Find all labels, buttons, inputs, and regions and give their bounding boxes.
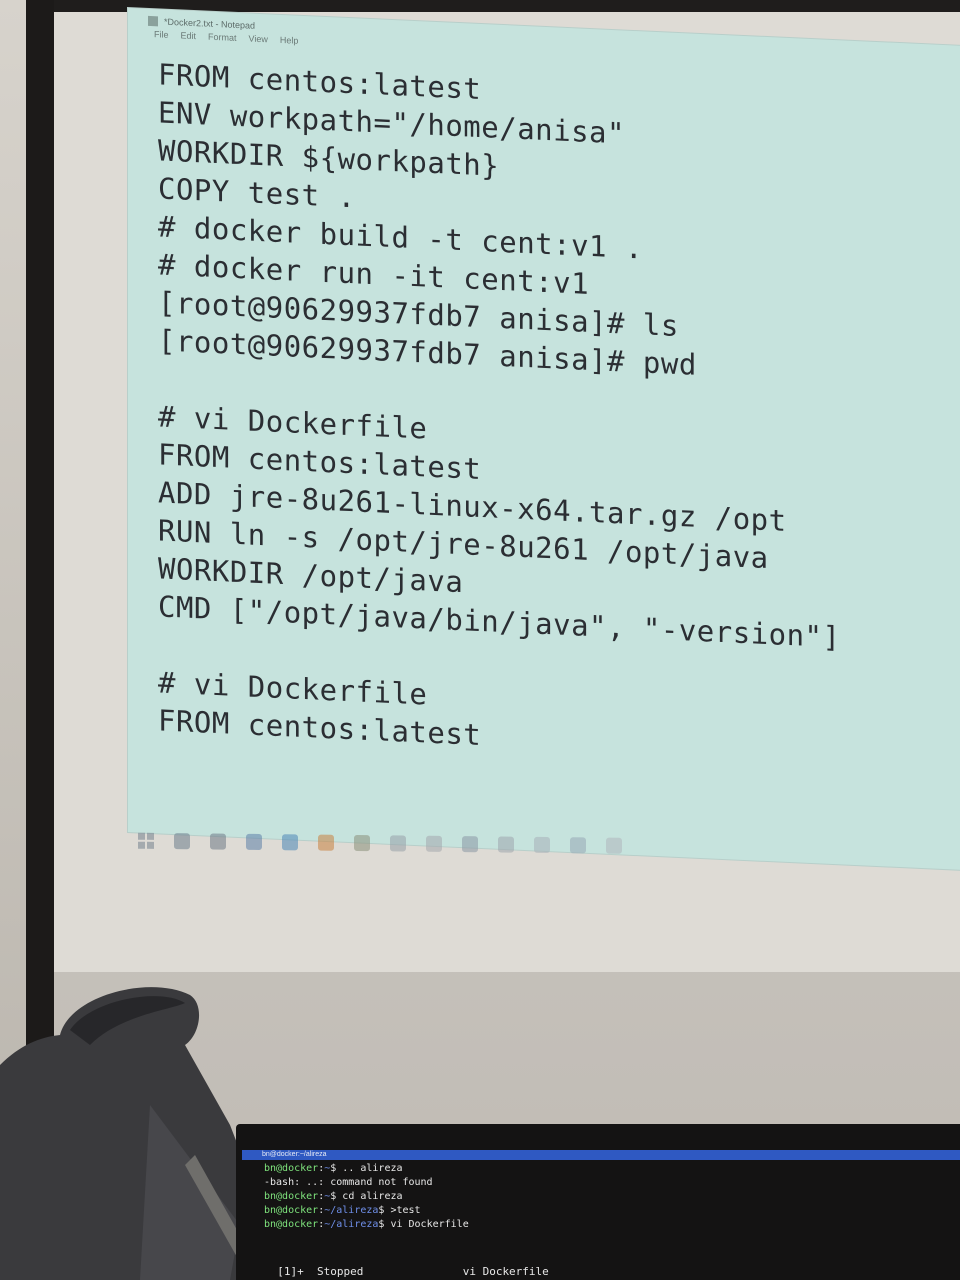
- menu-item-help[interactable]: Help: [280, 35, 299, 46]
- menu-item-format[interactable]: Format: [208, 32, 237, 43]
- terminal-line: bn@docker:~$ .. alireza: [264, 1162, 954, 1176]
- file-explorer-icon[interactable]: [354, 834, 370, 852]
- windows-start-icon[interactable]: [138, 832, 154, 849]
- search-icon[interactable]: [174, 833, 190, 850]
- command-text: .. alireza: [336, 1163, 403, 1174]
- app-icon[interactable]: [606, 837, 622, 854]
- terminal-line: bn@docker:~$ cd alireza: [264, 1190, 954, 1204]
- command-text: vi Dockerfile: [384, 1219, 469, 1230]
- terminal-line: bn@docker:~/alireza$ >test: [264, 1204, 954, 1218]
- command-text: cd alireza: [336, 1191, 403, 1202]
- notepad-window: *Docker2.txt - Notepad File Edit Format Vie…: [128, 8, 960, 870]
- app-icon[interactable]: [498, 836, 514, 853]
- notepad-icon: [148, 15, 158, 27]
- app-icon[interactable]: [390, 835, 406, 852]
- menu-item-view[interactable]: View: [249, 33, 268, 44]
- app-icon[interactable]: [570, 837, 586, 854]
- prompt-path: ~/alireza: [324, 1205, 379, 1216]
- job-command: vi Dockerfile: [462, 1265, 549, 1278]
- prompt-path: ~/alireza: [324, 1219, 379, 1230]
- firefox-icon[interactable]: [318, 834, 334, 851]
- terminal-output-text: -bash: ..: command not found: [264, 1177, 433, 1188]
- terminal-job-status: [1]+ Stopped vi Dockerfile: [264, 1252, 549, 1278]
- job-id: [1]+: [277, 1265, 304, 1278]
- prompt-user: bn@docker: [264, 1205, 319, 1216]
- prompt-user: bn@docker: [264, 1191, 319, 1202]
- command-text: >test: [384, 1205, 421, 1216]
- menu-bar: File Edit Format View Help: [154, 29, 298, 46]
- app-icon[interactable]: [462, 836, 478, 853]
- app-icon[interactable]: [426, 835, 442, 852]
- prompt-user: bn@docker: [264, 1163, 319, 1174]
- terminal-output[interactable]: bn@docker:~$ .. alireza -bash: ..: comman…: [264, 1162, 954, 1232]
- terminal-line: -bash: ..: command not found: [264, 1176, 954, 1190]
- terminal-titlebar: bn@docker:~/alireza: [242, 1150, 960, 1160]
- job-status: Stopped: [317, 1265, 364, 1278]
- prompt-user: bn@docker: [264, 1219, 319, 1230]
- window-title: *Docker2.txt - Notepad: [164, 16, 256, 31]
- notepad-icon[interactable]: [534, 836, 550, 854]
- menu-item-file[interactable]: File: [154, 29, 169, 40]
- notepad-text-area[interactable]: FROM centos:latest ENV workpath="/home/an…: [158, 55, 938, 774]
- task-view-icon[interactable]: [210, 833, 226, 850]
- edge-icon[interactable]: [246, 833, 262, 850]
- terminal-line: bn@docker:~/alireza$ vi Dockerfile: [264, 1218, 954, 1232]
- chrome-icon[interactable]: [282, 834, 298, 851]
- menu-item-edit[interactable]: Edit: [181, 30, 197, 41]
